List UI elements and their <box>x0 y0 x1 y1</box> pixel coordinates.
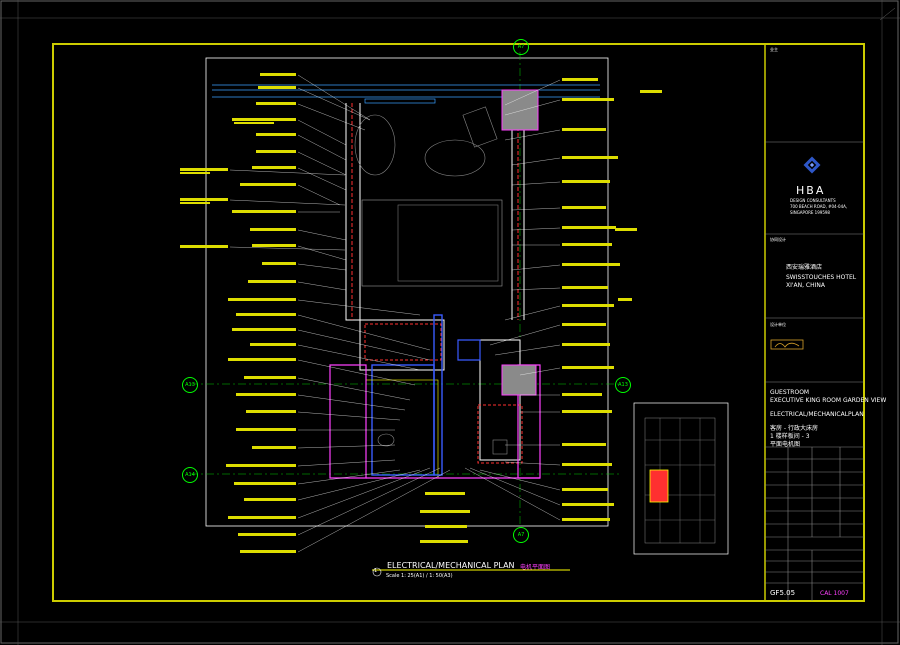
drawing-number: GF5.05 <box>770 589 796 597</box>
plan-title-bubble: 1 <box>374 568 378 574</box>
partner-logo <box>770 339 804 350</box>
grid-bubble-left-lower: A14 <box>182 467 198 483</box>
wardrobe-block <box>501 89 539 131</box>
drawing-title-1: GUESTROOM <box>770 389 810 396</box>
annotation-text-left <box>180 73 296 553</box>
drawing-subtitle: ELECTRICAL/MECHANICALPLAN <box>770 411 864 418</box>
hba-logo-mark <box>803 156 821 174</box>
drawing-frame <box>52 43 865 602</box>
closet-block <box>501 364 537 396</box>
design-label: 设计单位 <box>770 322 786 327</box>
plan-title-cn: 电机平面图 <box>520 564 551 571</box>
grid-bubble-top: A7 <box>513 39 529 55</box>
revision-code: CAL 1007 <box>820 590 849 597</box>
plan-scale: Scale 1: 25(A1) / 1: 50(A3) <box>386 573 453 579</box>
drawing-title-2: EXECUTIVE KING ROOM GARDEN VIEW <box>770 397 887 404</box>
cad-drawing-canvas[interactable] <box>0 0 900 645</box>
grid-bubble-bottom: A7 <box>513 527 529 543</box>
project-name-en-2: XI'AN, CHINA <box>786 282 825 289</box>
grid-bubble-right-upper: A13 <box>615 377 631 393</box>
project-label: 协同设计 <box>770 237 786 242</box>
hba-logo-text: HBA <box>796 184 826 197</box>
furniture <box>354 106 508 455</box>
plan-viewport <box>205 57 609 527</box>
annotation-text-right <box>562 78 662 521</box>
room-walls <box>329 103 541 479</box>
firm-line-2: 700 BEACH ROAD, #04-04A, <box>790 204 848 209</box>
project-name-cn: 西安瑞雅酒店 <box>786 264 823 271</box>
plan-bottom-notes <box>420 492 470 543</box>
firm-line-1: DESIGN CONSULTANTS <box>790 198 836 203</box>
plan-title: ELECTRICAL/MECHANICAL PLAN <box>387 561 515 570</box>
client-label: 业主 <box>770 47 778 52</box>
key-plan <box>633 402 729 555</box>
firm-line-3: SINGAPORE 199598 <box>790 210 830 215</box>
project-name-en-1: SWISSTOUCHES HOTEL <box>786 274 857 281</box>
drawing-cn-3: 平面电机图 <box>770 441 801 448</box>
grid-bubble-left-upper: A13 <box>182 377 198 393</box>
